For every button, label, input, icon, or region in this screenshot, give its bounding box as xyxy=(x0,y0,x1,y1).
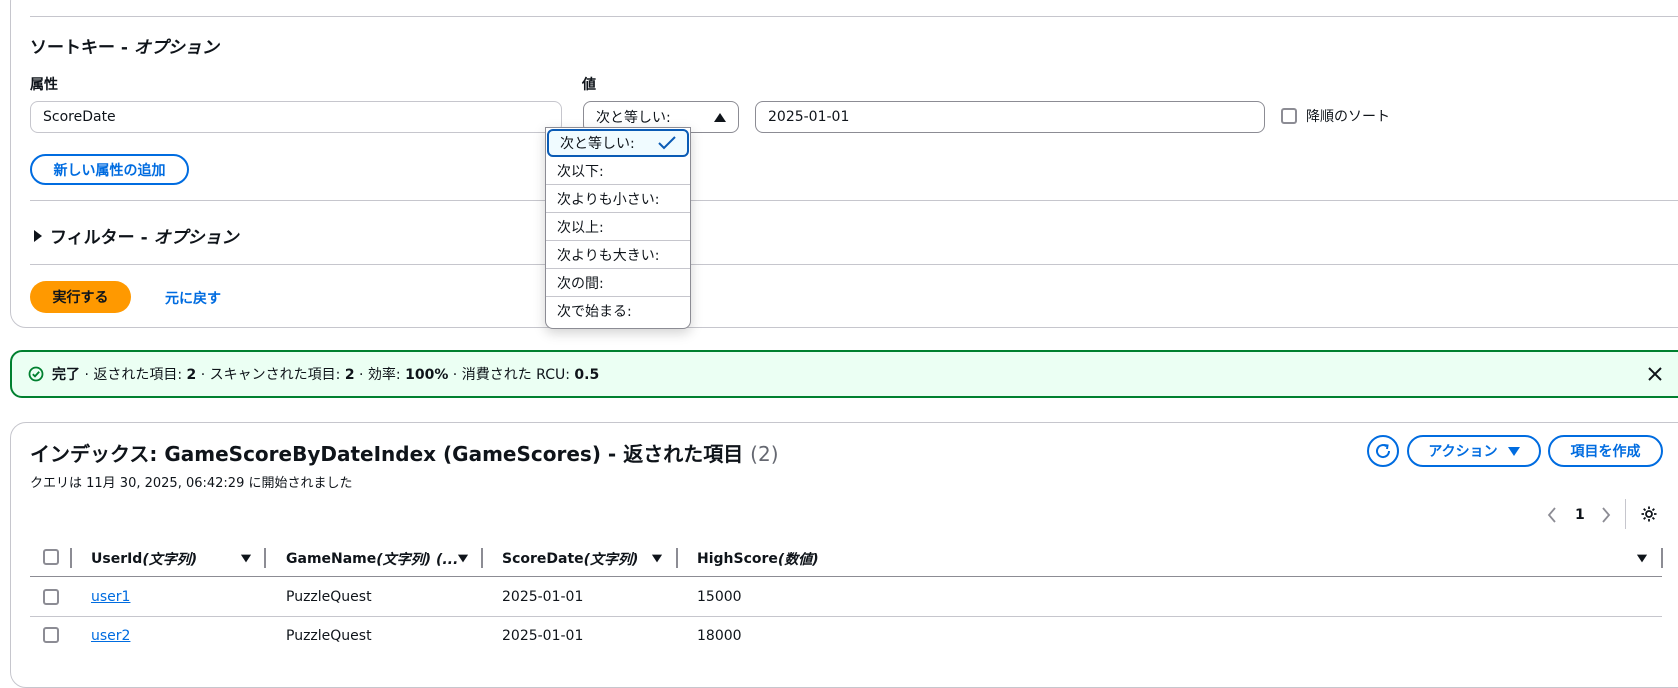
settings-gear-icon[interactable] xyxy=(1640,505,1658,523)
value-label: 値 xyxy=(582,77,596,93)
column-header-scoredate[interactable]: ScoreDate (文字列) xyxy=(502,549,638,569)
filter-title: フィルター - オプション xyxy=(50,228,239,248)
check-icon xyxy=(658,136,676,150)
close-icon[interactable] xyxy=(1648,367,1662,381)
option-begins-with[interactable]: 次で始まる: xyxy=(546,297,690,325)
table-row: user2 PuzzleQuest 2025-01-01 18000 xyxy=(30,617,1662,656)
option-greater-than[interactable]: 次よりも大きい: xyxy=(546,241,690,269)
row-checkbox[interactable] xyxy=(43,589,59,605)
sort-icon[interactable] xyxy=(1636,554,1648,563)
column-header-userid[interactable]: UserId (文字列) xyxy=(91,549,197,569)
option-greater-equal[interactable]: 次以上: xyxy=(546,213,690,241)
chevron-right-icon[interactable] xyxy=(1601,507,1611,523)
caret-right-icon xyxy=(34,229,42,242)
success-icon xyxy=(28,366,44,382)
divider xyxy=(30,264,1678,265)
descending-checkbox[interactable] xyxy=(1281,108,1297,124)
game-cell: PuzzleQuest xyxy=(286,628,372,644)
date-cell: 2025-01-01 xyxy=(502,589,584,605)
caret-up-icon xyxy=(714,112,726,122)
column-separator[interactable] xyxy=(676,548,678,568)
column-separator xyxy=(1661,548,1663,568)
table-row: user1 PuzzleQuest 2025-01-01 15000 xyxy=(30,577,1662,616)
column-separator[interactable] xyxy=(481,548,483,568)
game-cell: PuzzleQuest xyxy=(286,589,372,605)
operator-dropdown: 次と等しい: 次以下: 次よりも小さい: 次以上: 次よりも大きい: 次の間: … xyxy=(545,127,691,329)
run-button[interactable]: 実行する xyxy=(30,281,131,313)
attribute-input[interactable]: ScoreDate xyxy=(30,101,562,133)
refresh-icon xyxy=(1376,444,1391,459)
attribute-label: 属性 xyxy=(30,77,58,93)
user-link[interactable]: user2 xyxy=(91,628,130,644)
success-alert: 完了 · 返された項目: 2 · スキャンされた項目: 2 · 効率: 100%… xyxy=(10,350,1678,398)
select-all-checkbox[interactable] xyxy=(43,549,59,565)
page-number[interactable]: 1 xyxy=(1575,507,1585,523)
date-cell: 2025-01-01 xyxy=(502,628,584,644)
alert-text: 完了 · 返された項目: 2 · スキャンされた項目: 2 · 効率: 100%… xyxy=(52,367,600,383)
divider xyxy=(30,200,1678,201)
query-panel xyxy=(10,0,1678,328)
results-subtitle: クエリは 11月 30, 2025, 06:42:29 に開始されました xyxy=(30,476,353,491)
actions-button[interactable]: アクション xyxy=(1407,435,1541,467)
column-header-gamename[interactable]: GameName (文字列) (... xyxy=(286,549,458,569)
score-cell: 18000 xyxy=(697,628,742,644)
divider xyxy=(30,16,1678,17)
user-link[interactable]: user1 xyxy=(91,589,130,605)
caret-down-icon xyxy=(1507,446,1520,456)
score-cell: 15000 xyxy=(697,589,742,605)
sort-icon[interactable] xyxy=(651,554,663,563)
column-separator xyxy=(70,548,72,568)
results-title: インデックス: GameScoreByDateIndex (GameScores… xyxy=(30,442,779,466)
value-input[interactable]: 2025-01-01 xyxy=(755,101,1265,133)
operator-selected-text: 次と等しい: xyxy=(596,110,671,126)
sort-icon[interactable] xyxy=(457,554,469,563)
descending-sort-option[interactable]: 降順のソート xyxy=(1281,106,1390,126)
add-attribute-button[interactable]: 新しい属性の追加 xyxy=(30,154,189,185)
create-item-button[interactable]: 項目を作成 xyxy=(1548,435,1663,467)
row-checkbox[interactable] xyxy=(43,627,59,643)
option-less-equal[interactable]: 次以下: xyxy=(546,157,690,185)
option-between[interactable]: 次の間: xyxy=(546,269,690,297)
reset-button[interactable]: 元に戻す xyxy=(165,288,221,308)
descending-label: 降順のソート xyxy=(1306,109,1390,125)
option-equals[interactable]: 次と等しい: xyxy=(547,129,689,157)
sort-key-title: ソートキー - オプション xyxy=(30,38,219,58)
sort-icon[interactable] xyxy=(240,554,252,563)
column-separator[interactable] xyxy=(264,548,266,568)
filter-expander[interactable]: フィルター - オプション xyxy=(34,223,239,248)
divider xyxy=(1625,499,1626,529)
column-header-highscore[interactable]: HighScore (数値) xyxy=(697,549,819,569)
option-less-than[interactable]: 次よりも小さい: xyxy=(546,185,690,213)
chevron-left-icon[interactable] xyxy=(1547,507,1557,523)
refresh-button[interactable] xyxy=(1367,435,1399,467)
